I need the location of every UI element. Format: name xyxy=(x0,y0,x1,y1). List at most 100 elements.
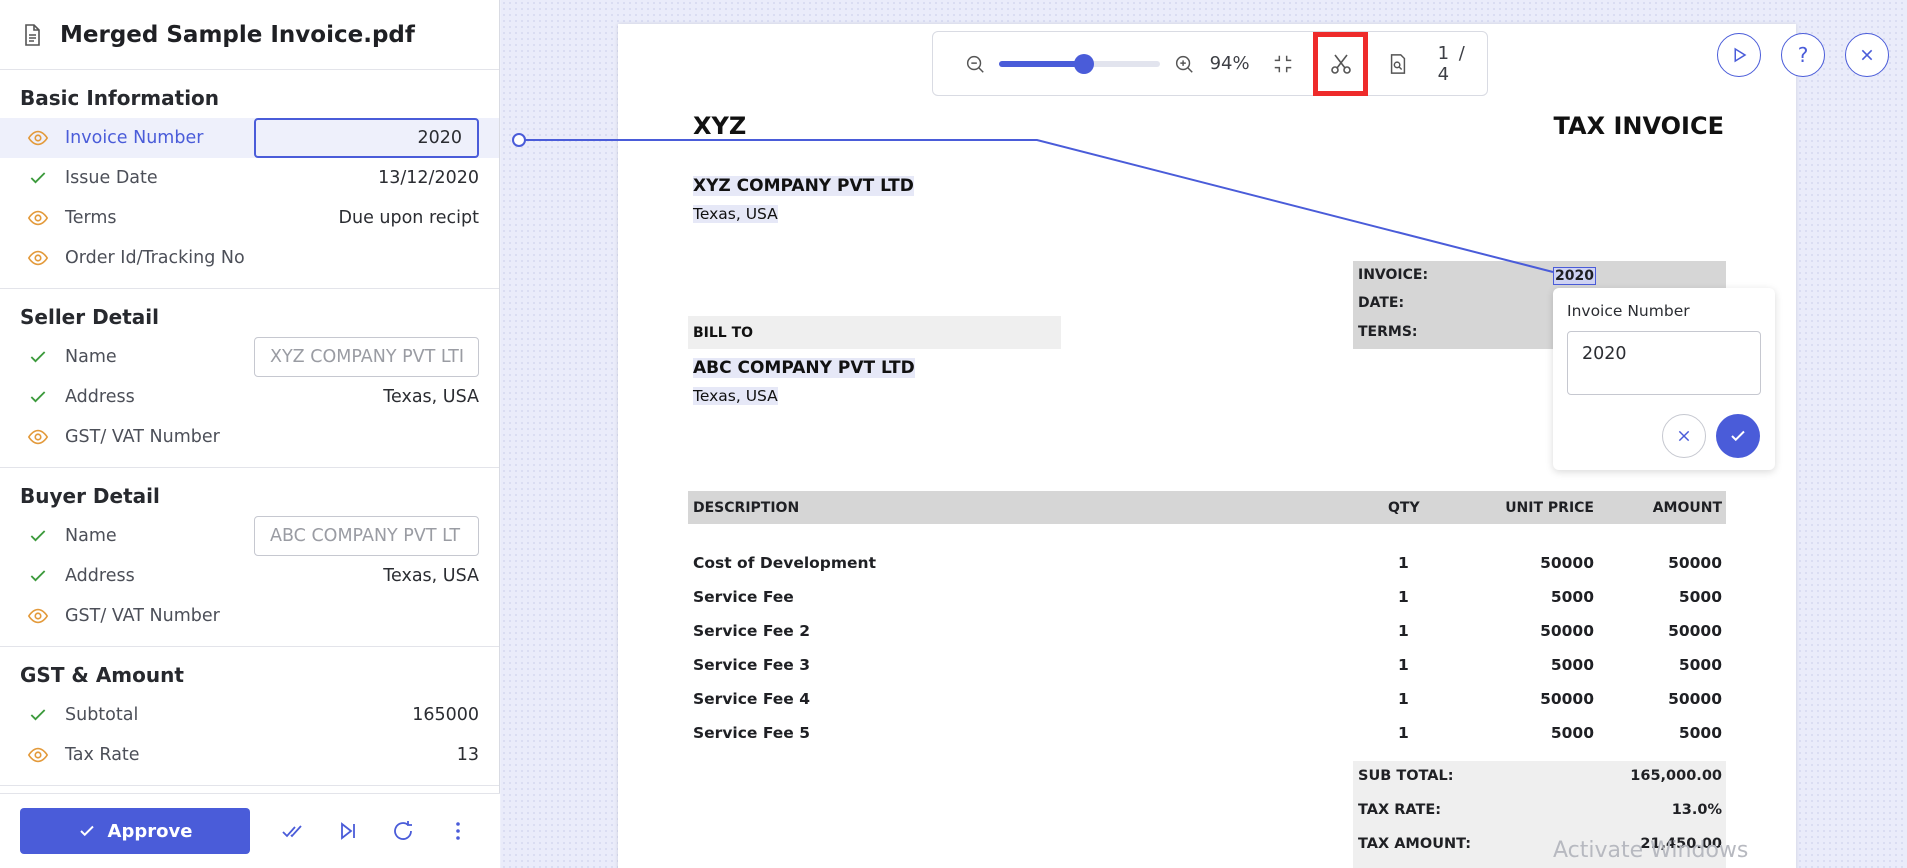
row-amount: 5000 xyxy=(1678,656,1722,674)
row-qty: 1 xyxy=(1398,554,1409,572)
field-value[interactable]: Due upon recipt xyxy=(339,208,480,228)
row-unit-price: 5000 xyxy=(1550,656,1594,674)
field-row[interactable]: Subtotal 165000 xyxy=(0,695,499,735)
field-row[interactable]: GST/ VAT Number xyxy=(0,596,499,636)
zoom-in-icon[interactable] xyxy=(1172,52,1196,76)
section-title: Buyer Detail xyxy=(20,484,160,508)
row-amount: 50000 xyxy=(1668,622,1722,640)
field-edit-popover: Invoice Number 2020 xyxy=(1553,288,1775,470)
file-icon xyxy=(25,23,40,46)
row-description: Service Fee 2 xyxy=(693,622,810,640)
column-amount: AMOUNT xyxy=(1652,500,1722,516)
row-unit-price: 50000 xyxy=(1540,622,1594,640)
page-search-icon[interactable] xyxy=(1386,52,1410,76)
popover-confirm-button[interactable] xyxy=(1716,414,1760,458)
eye-icon[interactable] xyxy=(27,247,49,269)
zoom-out-icon[interactable] xyxy=(963,52,987,76)
field-value[interactable]: Texas, USA xyxy=(383,566,479,586)
bill-to-label: BILL TO xyxy=(693,325,754,341)
split-document-button[interactable] xyxy=(1313,31,1369,96)
zoom-slider-thumb[interactable] xyxy=(1074,53,1095,74)
column-qty: QTY xyxy=(1388,500,1420,516)
total-label-tax-rate: TAX RATE: xyxy=(1358,802,1442,818)
invoice-title: TAX INVOICE xyxy=(1553,112,1724,140)
field-value[interactable]: Texas, USA xyxy=(383,387,479,407)
row-qty: 1 xyxy=(1398,588,1409,606)
field-row[interactable]: Name XYZ COMPANY PVT LTI xyxy=(0,337,499,377)
row-description: Service Fee 4 xyxy=(693,690,810,708)
eye-icon[interactable] xyxy=(27,426,49,448)
popover-cancel-button[interactable] xyxy=(1662,414,1706,458)
eye-icon[interactable] xyxy=(27,605,49,627)
total-label-tax-amount: TAX AMOUNT: xyxy=(1358,836,1471,852)
invoice-seller-location: Texas, USA xyxy=(693,205,778,223)
check-icon xyxy=(27,167,49,189)
sidebar-footer: Approve xyxy=(0,793,500,868)
field-label: Name xyxy=(65,347,117,367)
invoice-buyer-location: Texas, USA xyxy=(693,387,778,405)
row-unit-price: 5000 xyxy=(1550,588,1594,606)
section-0: Basic Information Invoice Number 2020 Issue… xyxy=(0,70,499,289)
scissors-icon xyxy=(1330,54,1351,74)
section-3: GST & Amount Subtotal 165000 Tax Rate 13 xyxy=(0,647,499,786)
meta-label-date: DATE: xyxy=(1358,295,1405,311)
meta-label-terms: TERMS: xyxy=(1358,324,1418,340)
field-label: Order Id/Tracking No xyxy=(65,248,245,268)
play-icon xyxy=(1734,47,1747,63)
zoom-slider[interactable] xyxy=(998,53,1161,74)
close-button[interactable] xyxy=(1845,33,1889,77)
extraction-sidebar: Merged Sample Invoice.pdf Basic Informat… xyxy=(0,0,500,868)
row-description: Service Fee 5 xyxy=(693,724,810,742)
eye-icon[interactable] xyxy=(27,207,49,229)
approve-label: Approve xyxy=(107,820,193,842)
skip-next-icon[interactable] xyxy=(336,819,360,843)
approve-all-icon[interactable] xyxy=(281,819,305,843)
refresh-icon[interactable] xyxy=(391,819,415,843)
field-input[interactable]: XYZ COMPANY PVT LTI xyxy=(254,337,479,377)
document-header: Merged Sample Invoice.pdf xyxy=(0,0,499,70)
field-row[interactable]: Tax Rate 13 xyxy=(0,735,499,775)
field-row[interactable]: Invoice Number 2020 xyxy=(0,118,499,158)
play-button[interactable] xyxy=(1717,33,1761,77)
row-description: Cost of Development xyxy=(693,554,877,572)
approve-button[interactable]: Approve xyxy=(20,808,250,854)
meta-label-invoice: INVOICE: xyxy=(1358,267,1429,283)
fit-screen-icon[interactable] xyxy=(1272,52,1296,76)
field-input[interactable]: ABC COMPANY PVT LT xyxy=(254,516,479,556)
total-value-tax-rate: 13.0% xyxy=(1671,802,1722,818)
field-value[interactable]: 165000 xyxy=(412,705,479,725)
field-row[interactable]: Terms Due upon recipt xyxy=(0,198,499,238)
page-indicator: 1 / 4 xyxy=(1437,42,1467,85)
field-row[interactable]: Address Texas, USA xyxy=(0,377,499,417)
row-amount: 5000 xyxy=(1678,588,1722,606)
more-options-icon[interactable] xyxy=(446,819,470,843)
field-label: Issue Date xyxy=(65,168,158,188)
row-qty: 1 xyxy=(1398,656,1409,674)
section-title: Basic Information xyxy=(20,86,220,110)
row-description: Service Fee xyxy=(693,588,794,606)
row-amount: 50000 xyxy=(1668,690,1722,708)
total-value-subtotal: 165,000.00 xyxy=(1630,768,1722,784)
field-row[interactable]: Order Id/Tracking No xyxy=(0,238,499,278)
row-amount: 50000 xyxy=(1668,554,1722,572)
close-icon xyxy=(1861,49,1873,61)
row-qty: 1 xyxy=(1398,690,1409,708)
row-qty: 1 xyxy=(1398,724,1409,742)
eye-icon[interactable] xyxy=(27,744,49,766)
invoice-number-highlight[interactable]: 2020 xyxy=(1553,267,1596,285)
help-button[interactable]: ? xyxy=(1781,33,1825,77)
field-row[interactable]: Address Texas, USA xyxy=(0,556,499,596)
field-row[interactable]: Issue Date 13/12/2020 xyxy=(0,158,499,198)
zoom-level: 94% xyxy=(1209,53,1250,74)
eye-icon[interactable] xyxy=(27,127,49,149)
invoice-buyer-name: ABC COMPANY PVT LTD xyxy=(693,358,915,378)
invoice-seller-name: XYZ COMPANY PVT LTD xyxy=(693,176,914,196)
field-row[interactable]: Name ABC COMPANY PVT LT xyxy=(0,516,499,556)
field-value[interactable]: 13/12/2020 xyxy=(378,168,479,188)
field-input[interactable]: 2020 xyxy=(254,118,479,158)
popover-value-input[interactable]: 2020 xyxy=(1567,331,1761,395)
field-row[interactable]: GST/ VAT Number xyxy=(0,417,499,457)
row-description: Service Fee 3 xyxy=(693,656,810,674)
field-value[interactable]: 13 xyxy=(457,745,479,765)
popover-title: Invoice Number xyxy=(1567,302,1690,320)
